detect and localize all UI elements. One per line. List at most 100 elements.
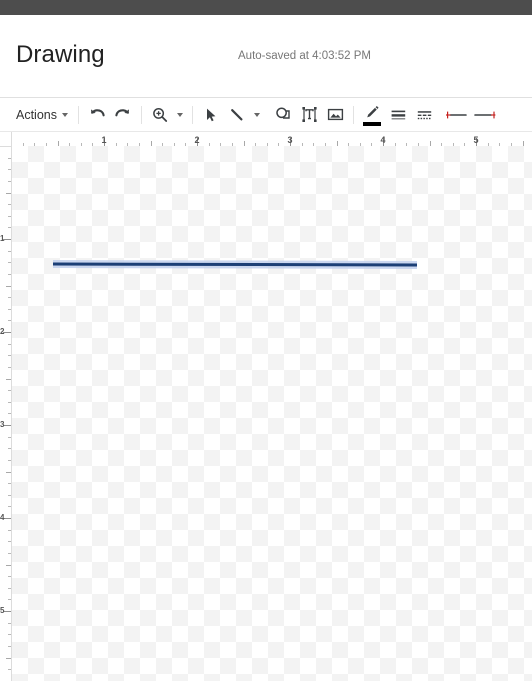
shape-icon xyxy=(274,105,293,124)
zoom-in-icon xyxy=(151,106,169,124)
shape-tool[interactable] xyxy=(270,102,296,128)
ruler-tick xyxy=(8,494,11,496)
line-color-button[interactable] xyxy=(359,102,385,128)
ruler-label: 4 xyxy=(380,135,386,145)
ruler-tick xyxy=(8,355,11,357)
line-end-icon xyxy=(472,108,498,122)
chevron-down-icon xyxy=(254,112,260,117)
ruler-tick xyxy=(8,250,11,252)
line-start-button[interactable] xyxy=(443,102,471,128)
toolbar-divider xyxy=(353,105,354,124)
ruler-tick xyxy=(8,262,11,264)
line-tool-dropdown-button[interactable] xyxy=(250,102,264,128)
line-icon xyxy=(228,106,246,124)
zoom-dropdown-button[interactable] xyxy=(173,102,187,128)
redo-icon xyxy=(114,106,132,124)
toolbar-divider xyxy=(192,105,193,124)
redo-button[interactable] xyxy=(110,102,136,128)
ruler-tick xyxy=(8,483,11,485)
insert-image-tool[interactable] xyxy=(322,102,348,128)
ruler-tick xyxy=(8,506,11,508)
pencil-icon xyxy=(363,104,381,121)
ruler-tick xyxy=(8,529,11,531)
ruler-tick xyxy=(8,169,11,171)
ruler-tick xyxy=(8,401,11,403)
ruler-tick xyxy=(8,622,11,624)
line-dash-icon xyxy=(415,106,434,123)
ruler-tick xyxy=(8,645,11,647)
chevron-down-icon xyxy=(62,112,68,117)
line-tool[interactable] xyxy=(224,102,250,128)
line-start-icon xyxy=(444,108,470,122)
drawing-app-window: Drawing Auto-saved at 4:03:52 PM Actions xyxy=(0,0,532,681)
ruler-label: 4 xyxy=(0,513,5,522)
line-weight-icon xyxy=(389,106,408,123)
ruler-tick xyxy=(8,343,11,345)
ruler-tick xyxy=(6,564,11,566)
actions-menu-label: Actions xyxy=(16,107,57,122)
zoom-button[interactable] xyxy=(147,102,173,128)
ruler-corner xyxy=(0,132,12,147)
cursor-arrow-icon xyxy=(202,106,220,124)
ruler-tick xyxy=(8,215,11,217)
ruler-tick xyxy=(8,204,11,206)
line-color-swatch xyxy=(363,121,381,126)
ruler-label: 3 xyxy=(0,420,5,429)
ruler-tick xyxy=(8,587,11,589)
ruler-tick xyxy=(6,285,11,287)
ruler-tick xyxy=(8,413,11,415)
undo-button[interactable] xyxy=(84,102,110,128)
text-box-icon xyxy=(300,105,319,124)
horizontal-ruler[interactable]: 1 2 3 4 5 xyxy=(0,132,532,147)
line-end-button[interactable] xyxy=(471,102,499,128)
undo-icon xyxy=(88,106,106,124)
ruler-tick xyxy=(8,541,11,543)
toolbar-divider xyxy=(78,105,79,124)
ruler-tick xyxy=(8,273,11,275)
ruler-tick xyxy=(8,459,11,461)
ruler-tick xyxy=(8,448,11,450)
chevron-down-icon xyxy=(177,112,183,117)
ruler-label: 1 xyxy=(101,135,107,145)
ruler-tick xyxy=(8,599,11,601)
ruler-tick xyxy=(6,657,11,659)
ruler-tick xyxy=(8,552,11,554)
ruler-tick xyxy=(8,320,11,322)
ruler-tick xyxy=(8,436,11,438)
ruler-tick xyxy=(6,192,11,194)
line-weight-button[interactable] xyxy=(385,102,411,128)
line-dash-button[interactable] xyxy=(411,102,437,128)
drawing-toolbar: Actions xyxy=(0,98,532,132)
ruler-tick xyxy=(8,297,11,299)
ruler-tick xyxy=(8,180,11,182)
ruler-tick xyxy=(8,308,11,310)
page-title[interactable]: Drawing xyxy=(16,41,105,69)
text-box-tool[interactable] xyxy=(296,102,322,128)
ruler-label: 1 xyxy=(0,234,5,243)
ruler-label: 2 xyxy=(194,135,200,145)
drawing-canvas[interactable] xyxy=(12,146,532,681)
selected-line[interactable] xyxy=(52,262,418,267)
ruler-tick xyxy=(8,390,11,392)
ruler-tick xyxy=(6,378,11,380)
autosave-status: Auto-saved at 4:03:52 PM xyxy=(238,50,371,62)
ruler-tick xyxy=(8,227,11,229)
ruler-tick xyxy=(8,576,11,578)
select-tool[interactable] xyxy=(198,102,224,128)
ruler-label: 2 xyxy=(0,327,5,336)
actions-menu[interactable]: Actions xyxy=(11,102,73,128)
ruler-tick xyxy=(8,634,11,636)
document-header: Drawing Auto-saved at 4:03:52 PM xyxy=(0,15,532,98)
ruler-tick xyxy=(8,669,11,671)
ruler-tick xyxy=(6,471,11,473)
window-chrome-bar xyxy=(0,0,532,15)
ruler-label: 5 xyxy=(473,135,479,145)
vertical-ruler[interactable]: 1 2 3 4 5 xyxy=(0,146,12,681)
ruler-tick xyxy=(8,366,11,368)
ruler-tick xyxy=(8,157,11,159)
ruler-label: 3 xyxy=(287,135,293,145)
toolbar-divider xyxy=(141,105,142,124)
ruler-label: 5 xyxy=(0,606,5,615)
canvas-shape-layer xyxy=(52,260,418,269)
image-icon xyxy=(326,105,345,124)
